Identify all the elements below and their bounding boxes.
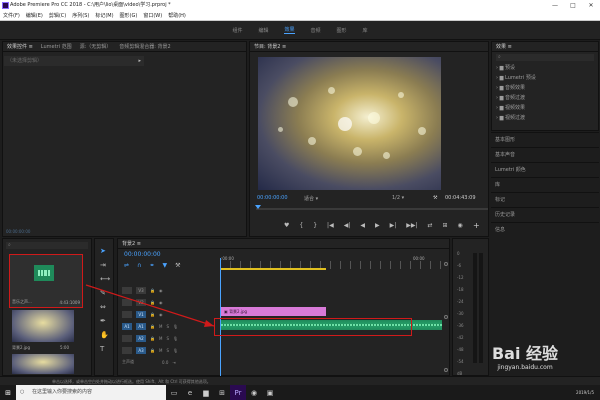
file-explorer-icon[interactable]: ▆ bbox=[198, 385, 214, 400]
browser-icon[interactable]: ◉ bbox=[246, 385, 262, 400]
app-icon[interactable]: ▣ bbox=[262, 385, 278, 400]
watermark-logo: Bai 经验 bbox=[491, 344, 559, 363]
taskbar-search-input[interactable]: ○ 在这里输入你要搜索的内容 bbox=[16, 385, 166, 400]
store-icon[interactable]: ⊞ bbox=[214, 385, 230, 400]
edge-icon[interactable]: e bbox=[182, 385, 198, 400]
watermark: Bai 经验 jingyan.baidu.com bbox=[455, 340, 595, 388]
watermark-url: jingyan.baidu.com bbox=[497, 364, 553, 371]
taskbar-clock: 2019/1/5 bbox=[576, 390, 594, 395]
search-icon: ○ bbox=[20, 389, 25, 395]
taskbar-search-placeholder: 在这里输入你要搜索的内容 bbox=[32, 389, 93, 395]
windows-start-icon[interactable]: ⊞ bbox=[0, 385, 16, 400]
taskbar: ⊞ ○ 在这里输入你要搜索的内容 ▭ e ▆ ⊞ Pr ◉ ▣ 2019/1/5 bbox=[0, 385, 600, 400]
premiere-taskbar-icon[interactable]: Pr bbox=[230, 385, 246, 400]
task-view-icon[interactable]: ▭ bbox=[166, 385, 182, 400]
